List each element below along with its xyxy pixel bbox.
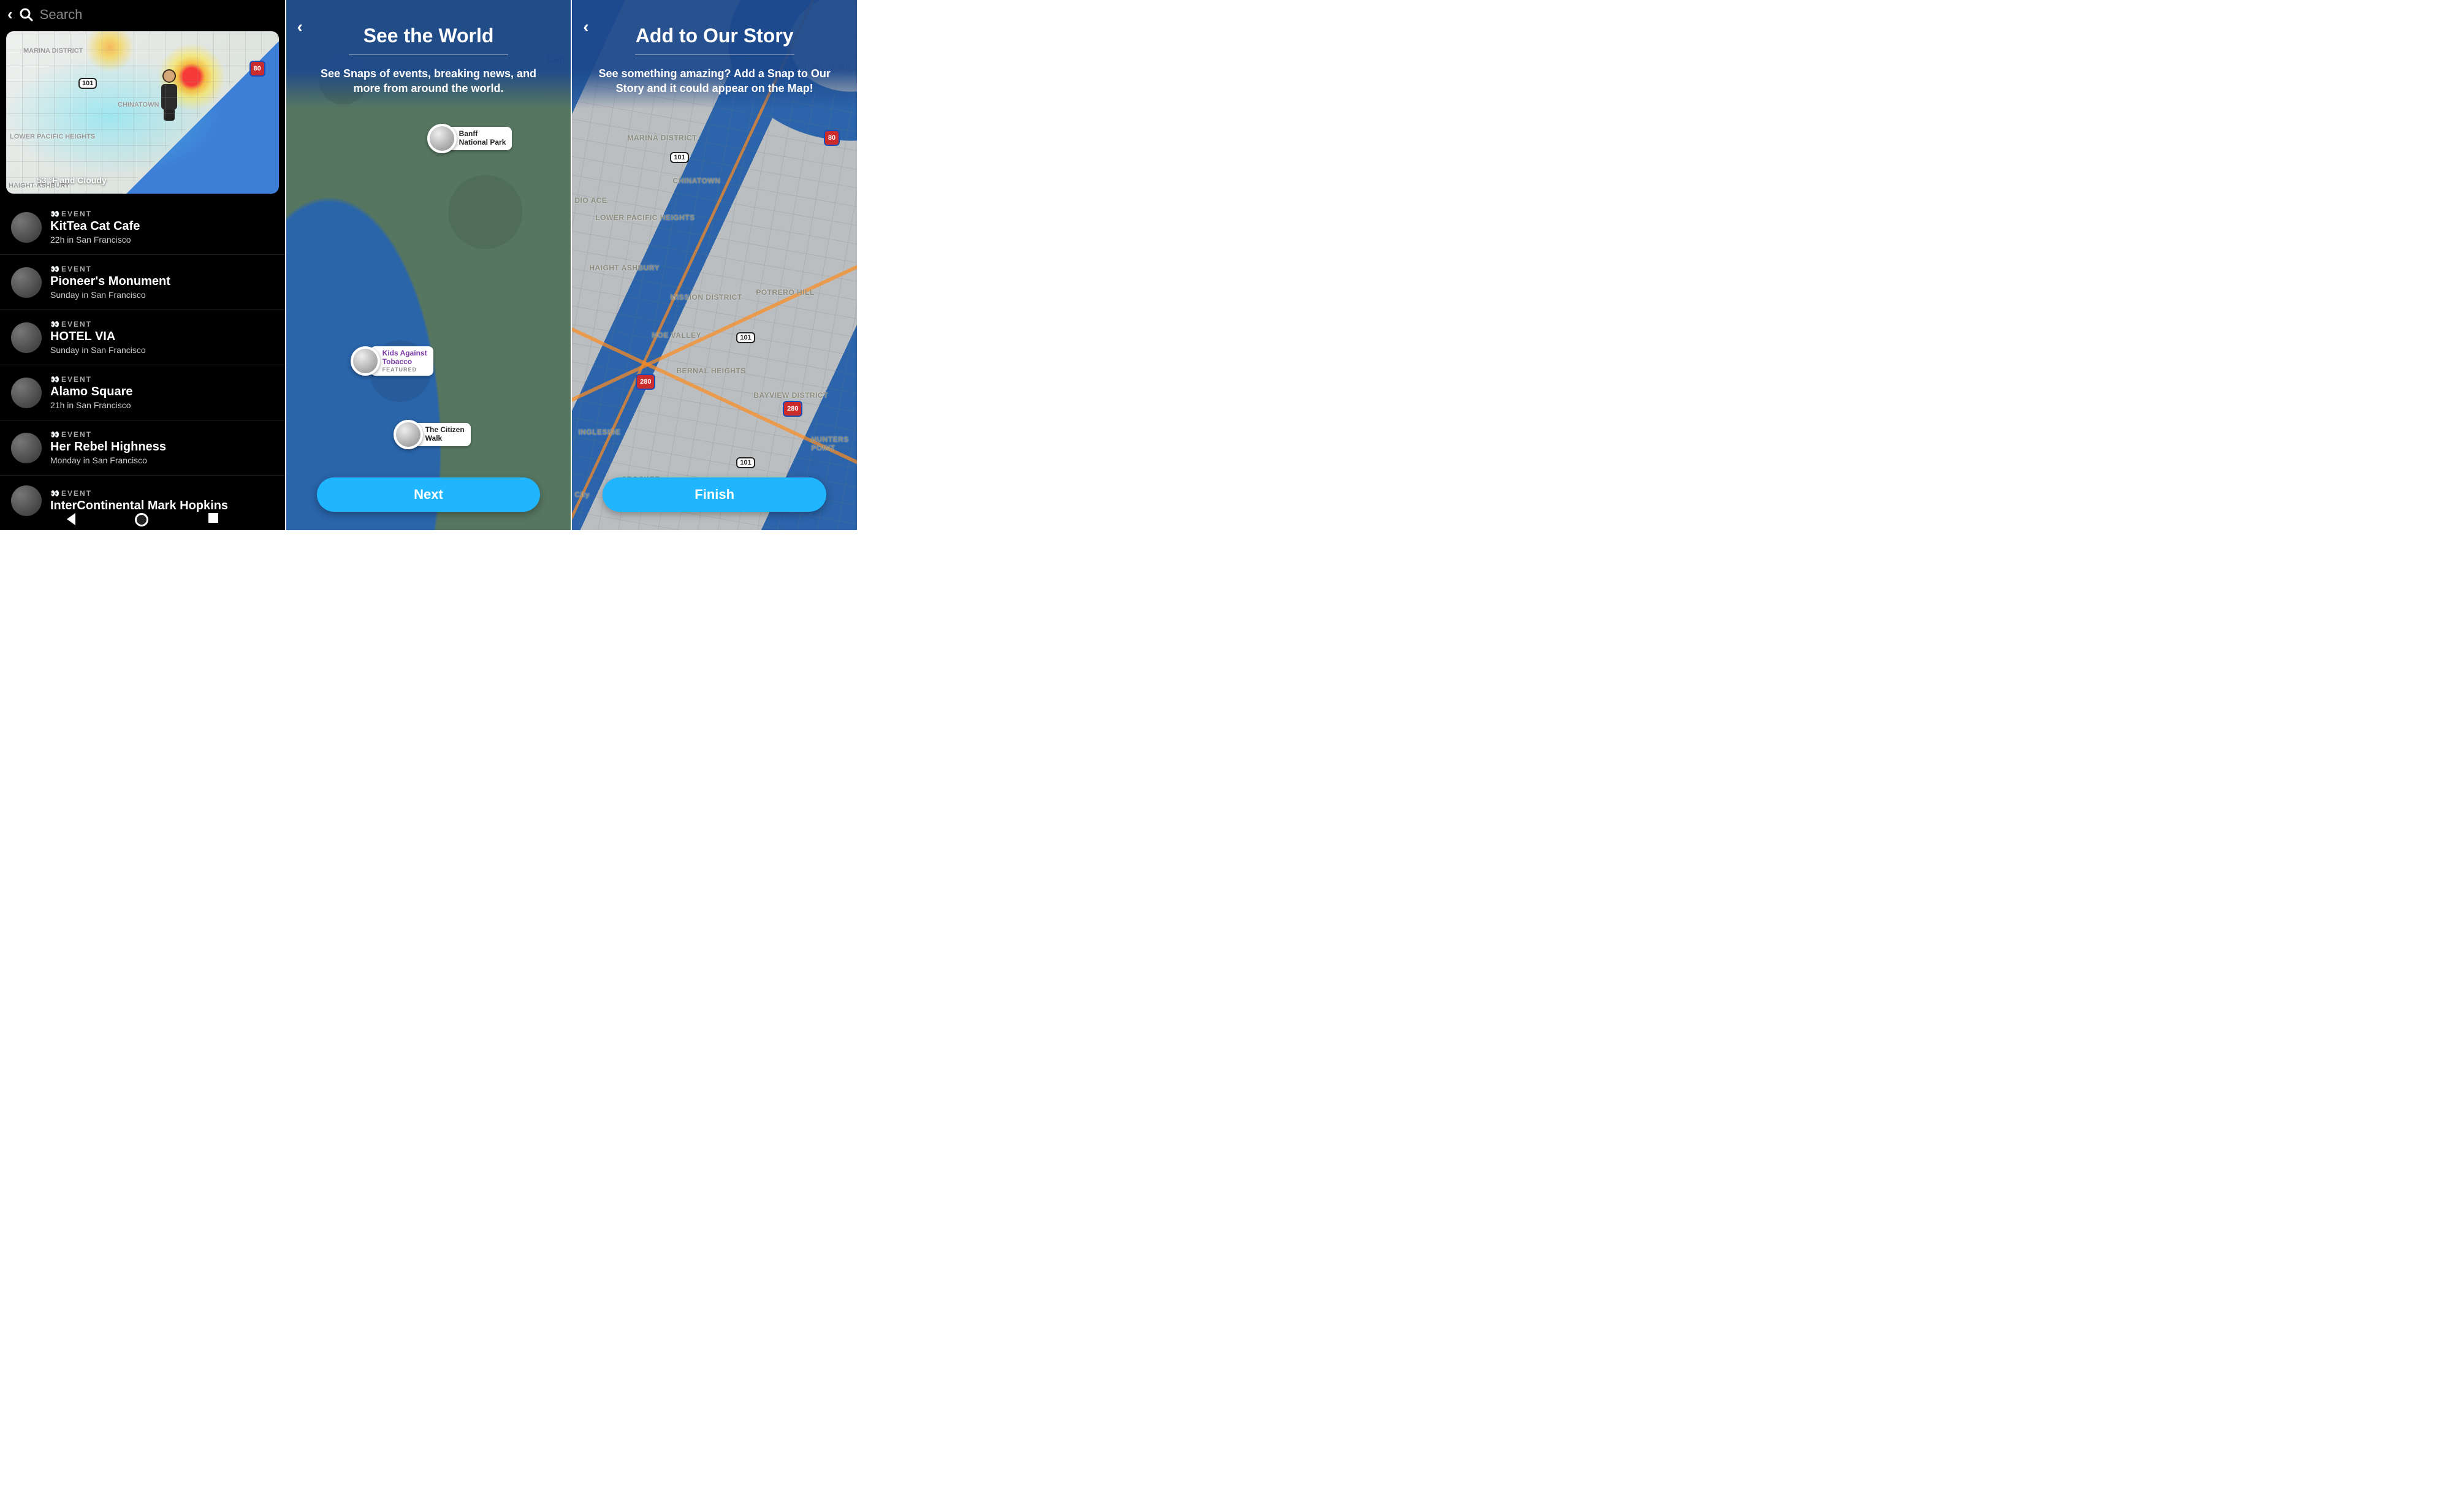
story-thumb [427, 124, 457, 153]
event-item[interactable]: 👀EVENT HOTEL VIA Sunday in San Francisco [0, 310, 285, 365]
nav-recents-icon[interactable] [208, 513, 218, 523]
nav-back-icon[interactable] [67, 513, 75, 525]
onboarding-see-world: Can Banff National Park Kids Against Tob… [286, 0, 573, 530]
district-label: CHINATOWN [118, 101, 159, 108]
event-thumb [11, 212, 42, 243]
district-label: City [574, 490, 590, 499]
event-title: KitTea Cat Cafe [50, 219, 274, 234]
event-list[interactable]: 👀EVENT KitTea Cat Cafe 22h in San Franci… [0, 200, 285, 530]
event-type: EVENT [61, 375, 92, 384]
back-icon[interactable]: ‹ [7, 5, 13, 24]
district-label: MARINA DISTRICT [627, 134, 697, 142]
story-label: Tobacco [382, 358, 427, 367]
onboarding-subtitle: See something amazing? Add a Snap to Our… [592, 66, 837, 96]
nav-home-icon[interactable] [135, 513, 148, 526]
district-label: BERNAL HEIGHTS [676, 367, 745, 375]
event-type: EVENT [61, 265, 92, 273]
eyes-icon: 👀 [50, 265, 58, 273]
event-title: InterContinental Mark Hopkins [50, 499, 274, 513]
event-subtitle: Sunday in San Francisco [50, 290, 274, 300]
events-panel: ‹ Search MARINA DISTRICT CHINATOWN LOWER… [0, 0, 286, 530]
android-nav-bar [0, 513, 285, 526]
weather-label: 53 °F and Cloudy [37, 175, 107, 185]
story-pin-banff[interactable]: Banff National Park [427, 124, 512, 153]
story-thumb [351, 346, 380, 376]
event-subtitle: 21h in San Francisco [50, 400, 274, 410]
story-label: The Citizen [425, 426, 465, 435]
eyes-icon: 👀 [50, 375, 58, 384]
event-title: Alamo Square [50, 385, 274, 399]
route-shield-101: 101 [736, 332, 755, 343]
route-shield-101: 101 [736, 457, 755, 468]
search-icon[interactable] [19, 7, 34, 22]
event-subtitle: Sunday in San Francisco [50, 345, 274, 355]
event-type: EVENT [61, 489, 92, 498]
next-button[interactable]: Next [317, 477, 541, 512]
district-label: DIO ACE [574, 196, 607, 205]
route-shield-i280: 280 [636, 374, 655, 390]
district-label: POTRERO HILL [756, 288, 814, 297]
onboarding-subtitle: See Snaps of events, breaking news, and … [306, 66, 551, 96]
route-shield-101: 101 [670, 152, 688, 163]
event-subtitle: 22h in San Francisco [50, 235, 274, 245]
event-item[interactable]: 👀EVENT Alamo Square 21h in San Francisco [0, 365, 285, 420]
bitmoji-avatar[interactable] [158, 69, 180, 118]
event-thumb [11, 378, 42, 408]
route-shield-i80: 80 [249, 61, 265, 77]
event-title: Her Rebel Highness [50, 440, 274, 454]
district-label: MARINA DISTRICT [23, 47, 83, 55]
featured-badge: FEATURED [382, 367, 427, 373]
search-input[interactable]: Search [40, 7, 83, 23]
heatmap-preview[interactable]: MARINA DISTRICT CHINATOWN LOWER PACIFIC … [6, 31, 279, 194]
district-label: HAIGHT-ASHBURY [9, 182, 69, 189]
eyes-icon: 👀 [50, 489, 58, 498]
onboarding-add-story: MARINA DISTRICT CHINATOWN LOWER PACIFIC … [572, 0, 858, 530]
event-thumb [11, 433, 42, 463]
event-item[interactable]: 👀EVENT Her Rebel Highness Monday in San … [0, 420, 285, 476]
district-label: INGLESIDE [578, 428, 620, 436]
district-label: CHINATOWN [672, 177, 720, 185]
story-label: Walk [425, 435, 465, 443]
event-type: EVENT [61, 320, 92, 329]
event-title: HOTEL VIA [50, 330, 274, 344]
onboarding-header: ‹ See the World See Snaps of events, bre… [286, 0, 571, 108]
story-pin-citizen[interactable]: The Citizen Walk [394, 420, 471, 449]
district-label: HAIGHT ASHBURY [589, 264, 660, 272]
district-label: MISSION DISTRICT [670, 293, 742, 302]
route-shield-i80: 80 [824, 130, 840, 146]
event-type: EVENT [61, 430, 92, 439]
event-thumb [11, 322, 42, 353]
event-thumb [11, 485, 42, 516]
story-thumb [394, 420, 423, 449]
event-type: EVENT [61, 210, 92, 218]
back-icon[interactable]: ‹ [583, 17, 588, 37]
back-icon[interactable]: ‹ [297, 17, 303, 37]
eyes-icon: 👀 [50, 320, 58, 329]
district-label: LOWER PACIFIC HEIGHTS [10, 133, 95, 140]
finish-button[interactable]: Finish [603, 477, 826, 512]
route-shield-i280: 280 [783, 401, 802, 417]
story-label: Kids Against [382, 349, 427, 358]
onboarding-title: Add to Our Story [590, 25, 839, 47]
event-subtitle: Monday in San Francisco [50, 455, 274, 465]
event-title: Pioneer's Monument [50, 275, 274, 289]
onboarding-header: ‹ Add to Our Story See something amazing… [572, 0, 857, 108]
story-pin-kids[interactable]: Kids Against Tobacco FEATURED [351, 346, 433, 376]
onboarding-title: See the World [305, 25, 553, 47]
story-label: National Park [459, 139, 506, 147]
event-item[interactable]: 👀EVENT Pioneer's Monument Sunday in San … [0, 255, 285, 310]
left-header: ‹ Search [0, 0, 285, 31]
eyes-icon: 👀 [50, 430, 58, 439]
district-label: LOWER PACIFIC HEIGHTS [595, 213, 695, 222]
district-label: NOE VALLEY [652, 331, 701, 340]
eyes-icon: 👀 [50, 210, 58, 218]
event-thumb [11, 267, 42, 298]
story-label: Banff [459, 130, 506, 139]
event-item[interactable]: 👀EVENT KitTea Cat Cafe 22h in San Franci… [0, 200, 285, 255]
district-label: BAYVIEW DISTRICT [753, 391, 828, 400]
district-label: HUNTERS POINT [811, 435, 857, 452]
route-shield-101: 101 [78, 78, 97, 89]
